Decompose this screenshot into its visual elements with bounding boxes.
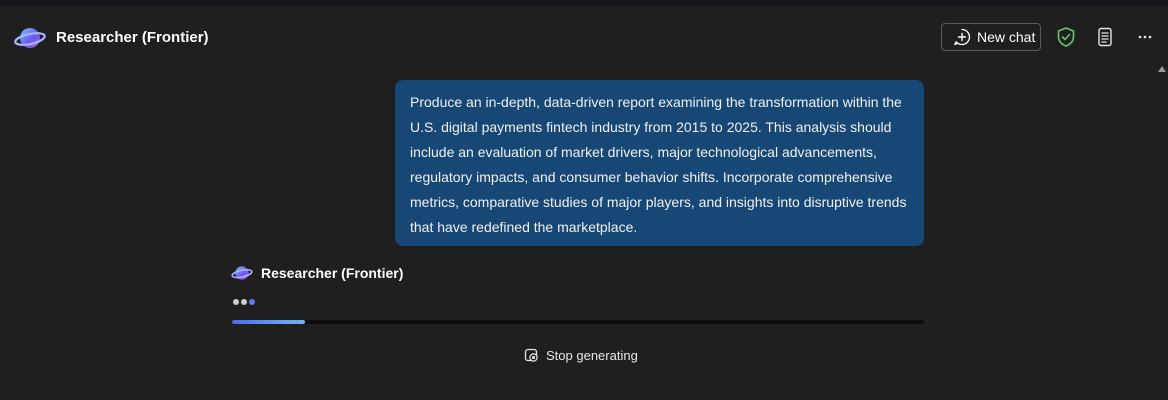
stop-generating-button[interactable]: Stop generating (520, 344, 642, 366)
new-chat-label: New chat (977, 29, 1036, 45)
responder-name: Researcher (Frontier) (261, 265, 404, 281)
progress-bar (232, 320, 924, 324)
new-chat-button[interactable]: New chat (941, 23, 1041, 51)
typing-dot (233, 299, 239, 305)
app-title: Researcher (Frontier) (56, 29, 209, 46)
chat-add-icon (954, 28, 971, 46)
stop-icon (524, 348, 538, 362)
scrollbar[interactable] (1156, 62, 1168, 400)
header: Researcher (Frontier) New chat (0, 6, 1168, 68)
typing-indicator (233, 299, 257, 305)
researcher-logo-icon (231, 266, 253, 280)
shield-check-icon[interactable] (1055, 26, 1077, 48)
researcher-logo-icon (14, 28, 46, 48)
more-options-button[interactable] (1133, 26, 1157, 48)
typing-dot (241, 299, 247, 305)
user-message-text: Produce an in-depth, data-driven report … (410, 94, 907, 235)
stop-generating-label: Stop generating (546, 347, 638, 363)
document-icon[interactable] (1094, 26, 1116, 48)
more-horizontal-icon (1138, 35, 1152, 39)
progress-bar-fill (232, 320, 305, 324)
user-message-bubble: Produce an in-depth, data-driven report … (395, 80, 924, 246)
scroll-up-arrow-icon[interactable] (1158, 66, 1166, 72)
typing-dot (249, 299, 255, 305)
response-header: Researcher (Frontier) (231, 263, 403, 283)
